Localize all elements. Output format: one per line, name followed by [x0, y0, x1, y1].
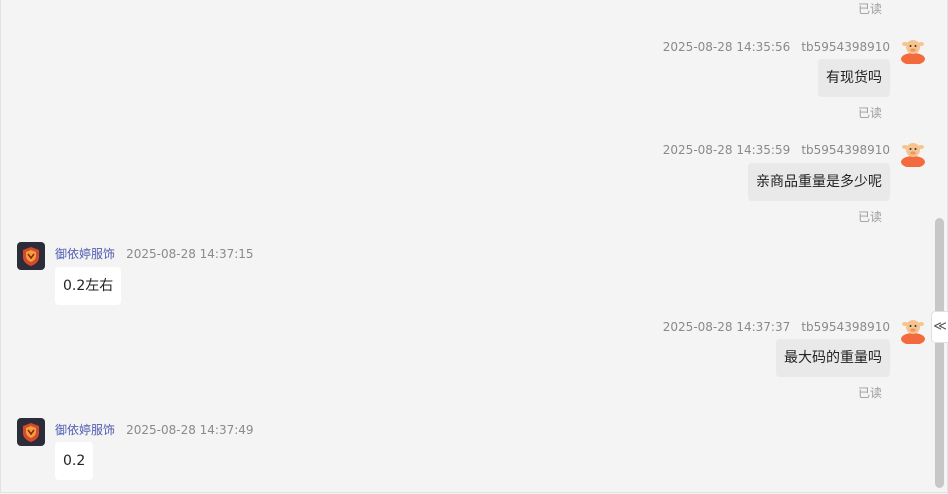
message-header: 御依婷服饰 2025-08-28 14:37:15 — [55, 243, 254, 262]
double-chevron-left-icon: ≪ — [933, 319, 947, 334]
buyer-avatar[interactable] — [899, 316, 927, 345]
cartoon-cow-avatar-icon — [901, 320, 925, 345]
buyer-avatar[interactable] — [899, 36, 927, 65]
message-header: 御依婷服饰 2025-08-28 14:37:49 — [55, 419, 254, 438]
buyer-avatar[interactable] — [899, 139, 927, 168]
message-time: 2025-08-28 14:37:15 — [126, 247, 254, 261]
scrollbar-thumb[interactable] — [935, 218, 944, 488]
cartoon-cow-avatar-icon — [901, 40, 925, 65]
message-time: 2025-08-28 14:37:37 — [662, 320, 791, 334]
read-status: 已读 — [858, 2, 883, 16]
message-time: 2025-08-28 14:35:56 — [662, 40, 791, 54]
message-header: 2025-08-28 14:35:59 tb5954398910 — [663, 139, 890, 158]
shop-badge-avatar-icon — [17, 418, 45, 446]
message-bubble[interactable]: 最大码的重量吗 — [776, 339, 890, 377]
collapse-panel-button[interactable]: ≪ — [931, 311, 948, 343]
sender-id: tb5954398910 — [801, 143, 890, 157]
message-bubble[interactable]: 有现货吗 — [818, 59, 890, 97]
message-time: 2025-08-28 14:37:49 — [126, 423, 254, 437]
message-time: 2025-08-28 14:35:59 — [662, 143, 791, 157]
shop-badge-avatar-icon — [17, 242, 45, 270]
shop-name: 御依婷服饰 — [55, 423, 116, 437]
message-header: 2025-08-28 14:35:56 tb5954398910 — [663, 36, 890, 55]
sender-id: tb5954398910 — [801, 40, 890, 54]
read-status: 已读 — [858, 210, 883, 224]
shop-name: 御依婷服饰 — [55, 247, 116, 261]
message-bubble[interactable]: 0.2 — [55, 442, 94, 480]
message-bubble[interactable]: 亲商品重量是多少呢 — [748, 163, 890, 201]
read-status: 已读 — [858, 106, 883, 120]
shop-avatar[interactable] — [17, 418, 45, 446]
shop-avatar[interactable] — [17, 242, 45, 270]
sender-id: tb5954398910 — [801, 320, 890, 334]
read-status: 已读 — [858, 386, 883, 400]
message-bubble[interactable]: 0.2左右 — [55, 267, 122, 305]
cartoon-cow-avatar-icon — [901, 143, 925, 168]
message-header: 2025-08-28 14:37:37 tb5954398910 — [663, 316, 890, 335]
